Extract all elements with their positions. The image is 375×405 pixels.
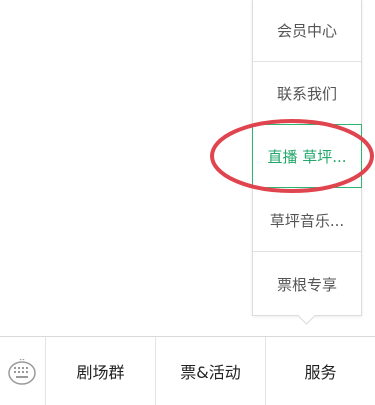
tab-theater-group[interactable]: 剧场群: [46, 337, 156, 405]
menu-item-ticket-stub-exclusive[interactable]: 票根专享: [253, 253, 361, 315]
service-popup-menu: 会员中心 联系我们 直播 草坪... 草坪音乐... 票根专享: [252, 0, 362, 316]
menu-item-live-lawn[interactable]: 直播 草坪...: [252, 124, 362, 188]
tab-service[interactable]: 服务: [266, 337, 375, 405]
bottom-navigation-bar: 剧场群 票&活动 服务: [0, 336, 375, 405]
keyboard-toggle-button[interactable]: [0, 337, 46, 405]
menu-item-contact-us[interactable]: 联系我们: [253, 63, 361, 125]
menu-item-lawn-music[interactable]: 草坪音乐...: [253, 190, 361, 252]
menu-item-member-center[interactable]: 会员中心: [253, 0, 361, 62]
tab-tickets-events[interactable]: 票&活动: [156, 337, 266, 405]
keyboard-icon: [8, 359, 36, 385]
